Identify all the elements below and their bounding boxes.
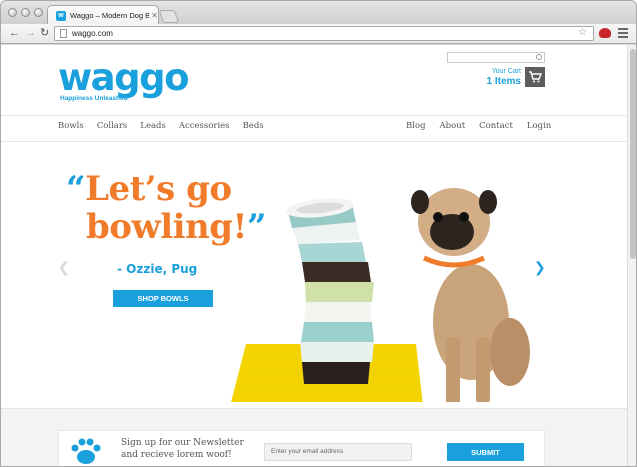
- quote-line-2: bowling!: [86, 207, 247, 247]
- star-icon[interactable]: ☆: [578, 27, 587, 38]
- browser-toolbar: ← → ↻ waggo.com ☆: [1, 24, 636, 44]
- favicon-icon: w: [56, 10, 66, 21]
- window-close-button[interactable]: [8, 8, 17, 17]
- prev-slide-icon[interactable]: ❮: [58, 260, 70, 274]
- email-field[interactable]: Enter your email address: [264, 443, 412, 461]
- scrollbar[interactable]: [627, 45, 636, 466]
- cart-summary[interactable]: Your Cart 1 Items: [471, 67, 521, 88]
- scroll-thumb[interactable]: [630, 49, 636, 259]
- logo-wordmark: waggo: [58, 56, 190, 99]
- cart-icon: [529, 71, 542, 83]
- nav-item-blog[interactable]: Blog: [406, 121, 426, 131]
- quote-open-mark: “: [66, 169, 86, 209]
- address-bar[interactable]: waggo.com ☆: [54, 26, 594, 41]
- page-viewport: waggo Happiness Unleashed Your Cart 1 It…: [1, 45, 627, 466]
- page-icon: [60, 29, 67, 38]
- search-icon[interactable]: [536, 54, 542, 60]
- window-minimize-button[interactable]: [21, 8, 30, 17]
- nav-item-login[interactable]: Login: [527, 121, 551, 131]
- tab-strip: w Waggo – Modern Dog Bowls ✕: [1, 1, 636, 25]
- main-nav: Bowls Collars Leads Accessories Beds: [58, 121, 264, 131]
- browser-tab[interactable]: w Waggo – Modern Dog Bowls ✕: [47, 5, 159, 25]
- cart-count: 1 Items: [486, 76, 521, 87]
- submit-button[interactable]: SUBMIT: [447, 443, 524, 461]
- site-logo[interactable]: waggo Happiness Unleashed: [58, 56, 190, 103]
- forward-arrow-icon[interactable]: →: [25, 27, 36, 40]
- hero-banner: “Let’s go bowling!” - Ozzie, Pug SHOP BO…: [1, 142, 627, 408]
- window-zoom-button[interactable]: [34, 8, 43, 17]
- back-arrow-icon[interactable]: ←: [9, 27, 20, 40]
- pug-dog: [411, 188, 530, 402]
- nav-item-contact[interactable]: Contact: [479, 121, 513, 131]
- shop-bowls-button[interactable]: SHOP BOWLS: [113, 290, 213, 307]
- newsletter-line-1: Sign up for our Newsletter: [121, 438, 244, 448]
- nav-item-beds[interactable]: Beds: [243, 121, 264, 131]
- nav-item-about[interactable]: About: [440, 121, 466, 131]
- hero-image: [231, 188, 530, 402]
- tab-title: Waggo – Modern Dog Bowls: [70, 11, 149, 20]
- wrench-menu-icon[interactable]: [618, 28, 628, 39]
- newsletter-panel: Sign up for our Newsletter and recieve l…: [58, 430, 545, 466]
- cart-label: Your Cart: [491, 68, 521, 75]
- newsletter-line-2: and recieve lorem woof!: [121, 450, 232, 460]
- nav-item-leads[interactable]: Leads: [140, 121, 166, 131]
- newsletter-text: Sign up for our Newsletter and recieve l…: [121, 437, 244, 461]
- browser-window: w Waggo – Modern Dog Bowls ✕ ← → ↻ waggo…: [0, 0, 637, 467]
- tab-close-icon[interactable]: ✕: [151, 11, 158, 20]
- cart-button[interactable]: [525, 67, 545, 87]
- hero-attribution: - Ozzie, Pug: [117, 262, 198, 276]
- url-text: waggo.com: [72, 29, 113, 38]
- nav-item-bowls[interactable]: Bowls: [58, 121, 84, 131]
- extension-icon[interactable]: [599, 28, 611, 38]
- reload-icon[interactable]: ↻: [40, 27, 49, 40]
- new-tab-button[interactable]: [158, 10, 180, 23]
- secondary-nav: Blog About Contact Login: [406, 121, 551, 131]
- search-input[interactable]: [447, 52, 545, 63]
- quote-line-1: Let’s go: [85, 169, 232, 209]
- nav-item-accessories[interactable]: Accessories: [179, 121, 230, 131]
- paw-icon: [71, 438, 101, 464]
- nav-divider-top: [1, 115, 627, 116]
- nav-item-collars[interactable]: Collars: [97, 121, 128, 131]
